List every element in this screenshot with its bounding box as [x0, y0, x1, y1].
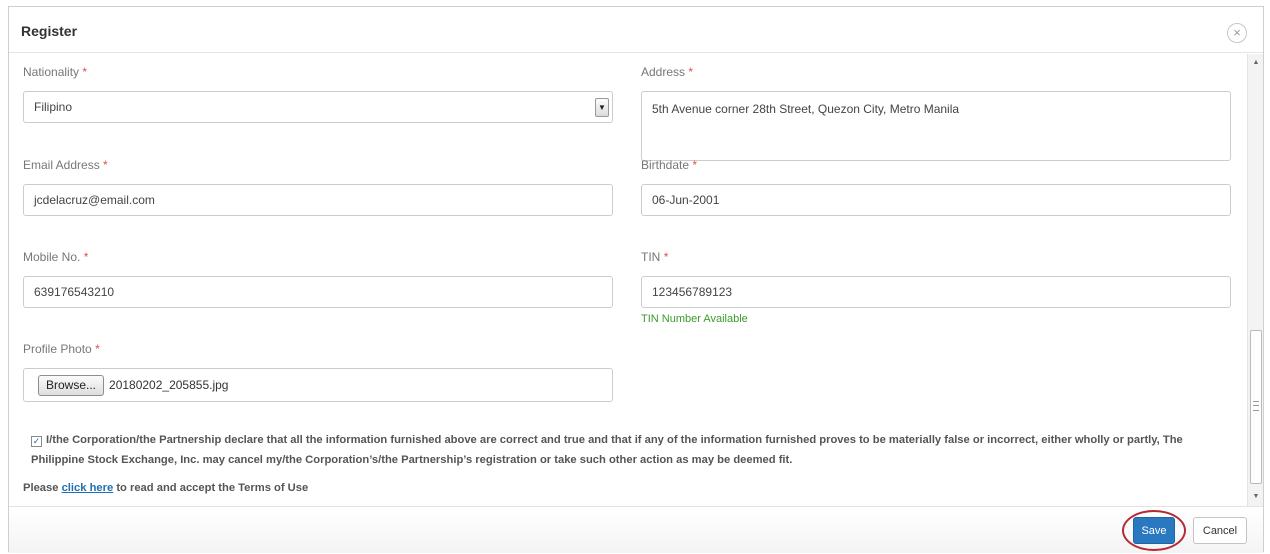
- tin-field[interactable]: 123456789123: [641, 276, 1231, 308]
- required-marker: *: [83, 250, 89, 264]
- terms-suffix: to read and accept the Terms of Use: [116, 482, 309, 494]
- nationality-label-text: Nationality: [23, 65, 80, 79]
- nationality-select[interactable]: Filipino ▼: [23, 91, 613, 123]
- tin-label-text: TIN: [641, 250, 661, 264]
- birthdate-label-text: Birthdate: [641, 158, 690, 172]
- vertical-scrollbar[interactable]: ▲ ▼: [1247, 54, 1263, 506]
- birthdate-value: 06-Jun-2001: [652, 193, 720, 207]
- email-label-text: Email Address: [23, 158, 100, 172]
- register-dialog: Register × Nationality * Filipino ▼ Addr…: [8, 6, 1264, 553]
- email-value: jcdelacruz@email.com: [34, 193, 155, 207]
- tin-value: 123456789123: [652, 285, 733, 299]
- required-marker: *: [82, 65, 88, 79]
- dialog-header: Register ×: [9, 7, 1263, 53]
- terms-prefix: Please: [23, 482, 59, 494]
- browse-button[interactable]: Browse...: [38, 374, 105, 396]
- nationality-value: Filipino: [34, 100, 73, 114]
- nationality-label: Nationality *: [23, 65, 87, 79]
- mobile-label-text: Mobile No.: [23, 250, 81, 264]
- declaration-checkbox[interactable]: ✓: [31, 436, 42, 447]
- chevron-down-icon[interactable]: ▼: [595, 98, 609, 117]
- address-textarea[interactable]: 5th Avenue corner 28th Street, Quezon Ci…: [641, 91, 1231, 161]
- dialog-footer: Save Cancel: [9, 506, 1263, 553]
- required-marker: *: [663, 250, 669, 264]
- birthdate-label: Birthdate *: [641, 158, 697, 172]
- address-value: 5th Avenue corner 28th Street, Quezon Ci…: [652, 102, 960, 116]
- mobile-value: 639176543210: [34, 285, 115, 299]
- terms-line: Please click here to read and accept the…: [23, 482, 308, 494]
- mobile-label: Mobile No. *: [23, 250, 88, 264]
- terms-link[interactable]: click here: [62, 482, 114, 494]
- grip-icon: [1253, 401, 1259, 411]
- required-marker: *: [688, 65, 694, 79]
- declaration-text: ✓ I/the Corporation/the Partnership decla…: [31, 430, 1226, 470]
- cancel-button[interactable]: Cancel: [1193, 517, 1247, 544]
- close-icon[interactable]: ×: [1227, 23, 1247, 43]
- required-marker: *: [103, 158, 108, 172]
- declaration-body: I/the Corporation/the Partnership declar…: [31, 434, 1183, 466]
- save-button[interactable]: Save: [1133, 517, 1175, 544]
- photo-label-text: Profile Photo: [23, 342, 92, 356]
- required-marker: *: [95, 342, 100, 356]
- dialog-title: Register: [21, 23, 78, 39]
- email-label: Email Address *: [23, 158, 108, 172]
- form-body: Nationality * Filipino ▼ Address * 5th A…: [9, 54, 1247, 506]
- tin-status-message: TIN Number Available: [641, 313, 748, 325]
- email-field[interactable]: jcdelacruz@email.com: [23, 184, 613, 216]
- scrollbar-thumb[interactable]: [1250, 330, 1262, 484]
- photo-label: Profile Photo *: [23, 342, 100, 356]
- required-marker: *: [692, 158, 698, 172]
- address-label: Address *: [641, 65, 693, 79]
- tin-label: TIN *: [641, 250, 668, 264]
- selected-file-name: 20180202_205855.jpg: [109, 378, 229, 392]
- photo-file-input[interactable]: Browse... 20180202_205855.jpg: [23, 368, 613, 402]
- address-label-text: Address: [641, 65, 686, 79]
- mobile-field[interactable]: 639176543210: [23, 276, 613, 308]
- scroll-down-icon[interactable]: ▼: [1248, 490, 1264, 504]
- scroll-up-icon[interactable]: ▲: [1248, 56, 1264, 70]
- birthdate-field[interactable]: 06-Jun-2001: [641, 184, 1231, 216]
